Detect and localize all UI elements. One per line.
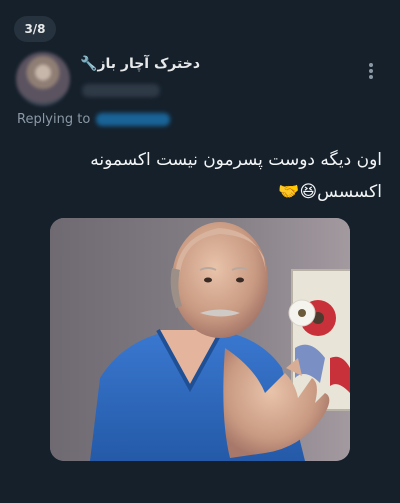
flower-painting — [288, 269, 350, 411]
tweet-media-image[interactable] — [50, 218, 350, 461]
replying-to-handle-blurred[interactable] — [96, 113, 171, 126]
tweet-text: اون دیگه دوست پسرمون نیست اکسمونه اکسسس😆… — [22, 144, 382, 208]
avatar[interactable] — [16, 52, 70, 106]
author-name-text: دخترک آچار باز — [97, 56, 200, 72]
media-photo — [50, 218, 350, 461]
tweet-text-line-1: اون دیگه دوست پسرمون نیست اکسمونه — [90, 150, 382, 170]
tweet-text-line-2: اکسسس😆🤝 — [278, 182, 382, 202]
author-display-name[interactable]: دخترک آچار باز🔧 — [76, 56, 200, 72]
wrench-icon: 🔧 — [80, 56, 98, 72]
replying-to-label: Replying to — [17, 112, 91, 127]
more-vertical-icon[interactable] — [362, 60, 380, 82]
author-handle-blurred — [82, 84, 160, 97]
replying-to-row: Replying to — [17, 112, 171, 127]
page-counter: 3/8 — [14, 16, 56, 42]
